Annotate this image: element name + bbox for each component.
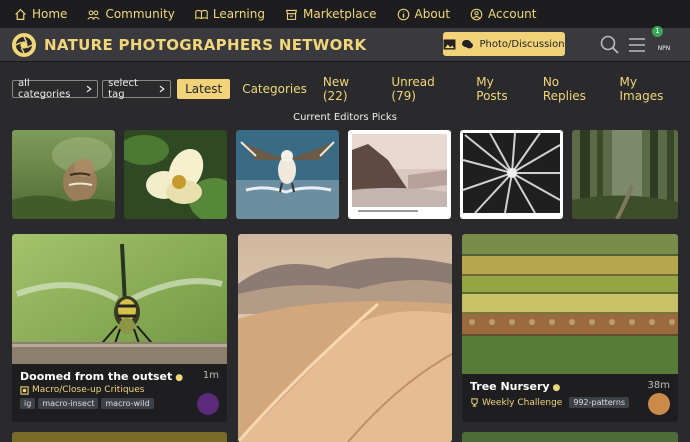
topic-tags: ig macro-insect macro-wild [20, 398, 219, 409]
pick-thumbnail-osprey[interactable] [236, 130, 339, 219]
category-dropdown[interactable]: all categories [12, 78, 99, 100]
photo-discussion-label: Photo/Discussion [479, 38, 565, 50]
caret-right-icon [87, 85, 93, 93]
tag-chip[interactable]: macro-insect [38, 398, 99, 409]
marketplace-icon [285, 9, 298, 20]
pick-thumbnail-forest[interactable] [572, 130, 678, 219]
editors-picks-title: Current Editors Picks [293, 112, 397, 123]
editors-picks-strip [12, 130, 678, 219]
topic-caption: Doomed from the outset ● 1m Macro/Close-u… [12, 364, 227, 422]
tab-my-posts[interactable]: My Posts [468, 75, 535, 103]
nav-about-label: About [414, 7, 451, 21]
notification-badge: 1 [652, 26, 663, 37]
topic-image-dunes [238, 234, 452, 442]
community-icon [87, 9, 101, 20]
topic-title[interactable]: Doomed from the outset ● [20, 370, 219, 383]
nav-home[interactable]: Home [14, 7, 67, 21]
home-icon [15, 8, 26, 20]
tag-dropdown[interactable]: select tag [102, 78, 172, 100]
pick-thumbnail-chipmunk[interactable] [12, 130, 115, 219]
site-header: NATURE PHOTOGRAPHERS NETWORK Photo/Discu… [0, 26, 690, 62]
info-icon [397, 8, 409, 20]
tag-dropdown-label: select tag [108, 78, 138, 100]
pick-thumbnail-flower[interactable] [124, 130, 227, 219]
topic-card-dunes[interactable] [238, 234, 452, 442]
hamburger-menu-icon[interactable] [628, 35, 646, 55]
tab-no-replies[interactable]: No Replies [535, 75, 612, 103]
nav-marketplace-label: Marketplace [303, 7, 377, 21]
nav-home-label: Home [32, 7, 68, 21]
nav-marketplace[interactable]: Marketplace [285, 7, 377, 21]
caret-right-icon [159, 85, 166, 93]
topic-time: 1m [202, 370, 219, 381]
top-nav: Home Community Learning Marketplace Abou… [0, 0, 690, 28]
user-avatar-label: NPN [657, 45, 671, 52]
category-dropdown-label: all categories [18, 78, 71, 100]
poster-avatar[interactable] [648, 393, 670, 415]
tab-new[interactable]: New (22) [315, 75, 383, 103]
filter-bar: all categories select tag Latest Categor… [12, 75, 690, 103]
next-topic-thumbnail[interactable] [462, 432, 678, 442]
learning-icon [195, 9, 208, 20]
topic-time: 38m [647, 380, 670, 391]
user-avatar[interactable]: 1 NPN [652, 26, 676, 56]
photo-discussion-button[interactable]: Photo/Discussion [443, 32, 565, 56]
topic-category[interactable]: Macro/Close-up Critiques [20, 385, 219, 395]
topic-title[interactable]: Tree Nursery ● [470, 380, 670, 393]
tag-chip[interactable]: macro-wild [101, 398, 154, 409]
topic-caption: Tree Nursery ● 38m Weekly Challenge 992-p… [462, 374, 678, 422]
image-icon [443, 38, 456, 50]
topic-card-tree-nursery[interactable]: Tree Nursery ● 38m Weekly Challenge 992-p… [462, 234, 678, 422]
tag-chip[interactable]: ig [20, 398, 36, 409]
nav-account[interactable]: Account [470, 7, 536, 21]
tab-my-images[interactable]: My Images [612, 75, 690, 103]
topic-category-label: Weekly Challenge [482, 397, 563, 408]
topic-card-dragonfly[interactable]: Doomed from the outset ● 1m Macro/Close-u… [12, 234, 227, 422]
nav-learning[interactable]: Learning [195, 7, 265, 21]
tab-unread[interactable]: Unread (79) [383, 75, 468, 103]
topic-image-dragonfly [12, 234, 227, 374]
tab-categories[interactable]: Categories [234, 79, 315, 99]
next-topic-thumbnail[interactable] [12, 432, 227, 442]
poster-avatar[interactable] [197, 393, 219, 415]
topic-category-label: Macro/Close-up Critiques [32, 385, 145, 395]
search-icon[interactable] [600, 35, 620, 55]
nav-community[interactable]: Community [87, 7, 175, 21]
nav-community-label: Community [105, 7, 175, 21]
chat-icon [462, 39, 474, 48]
topic-image-tree-nursery [462, 234, 678, 374]
site-brand[interactable]: NATURE PHOTOGRAPHERS NETWORK [44, 36, 366, 54]
tab-latest[interactable]: Latest [177, 79, 231, 99]
trophy-icon [471, 398, 478, 407]
topic-category[interactable]: Weekly Challenge 992-patterns [470, 397, 670, 408]
nav-account-label: Account [488, 7, 537, 21]
pick-thumbnail-abstract[interactable] [460, 130, 563, 219]
nav-about[interactable]: About [397, 7, 450, 21]
nav-learning-label: Learning [212, 7, 265, 21]
account-icon [470, 8, 483, 20]
tag-chip[interactable]: 992-patterns [569, 397, 630, 408]
category-icon [20, 385, 29, 395]
pick-thumbnail-coast[interactable] [348, 130, 451, 219]
aperture-logo-icon[interactable] [12, 32, 36, 57]
